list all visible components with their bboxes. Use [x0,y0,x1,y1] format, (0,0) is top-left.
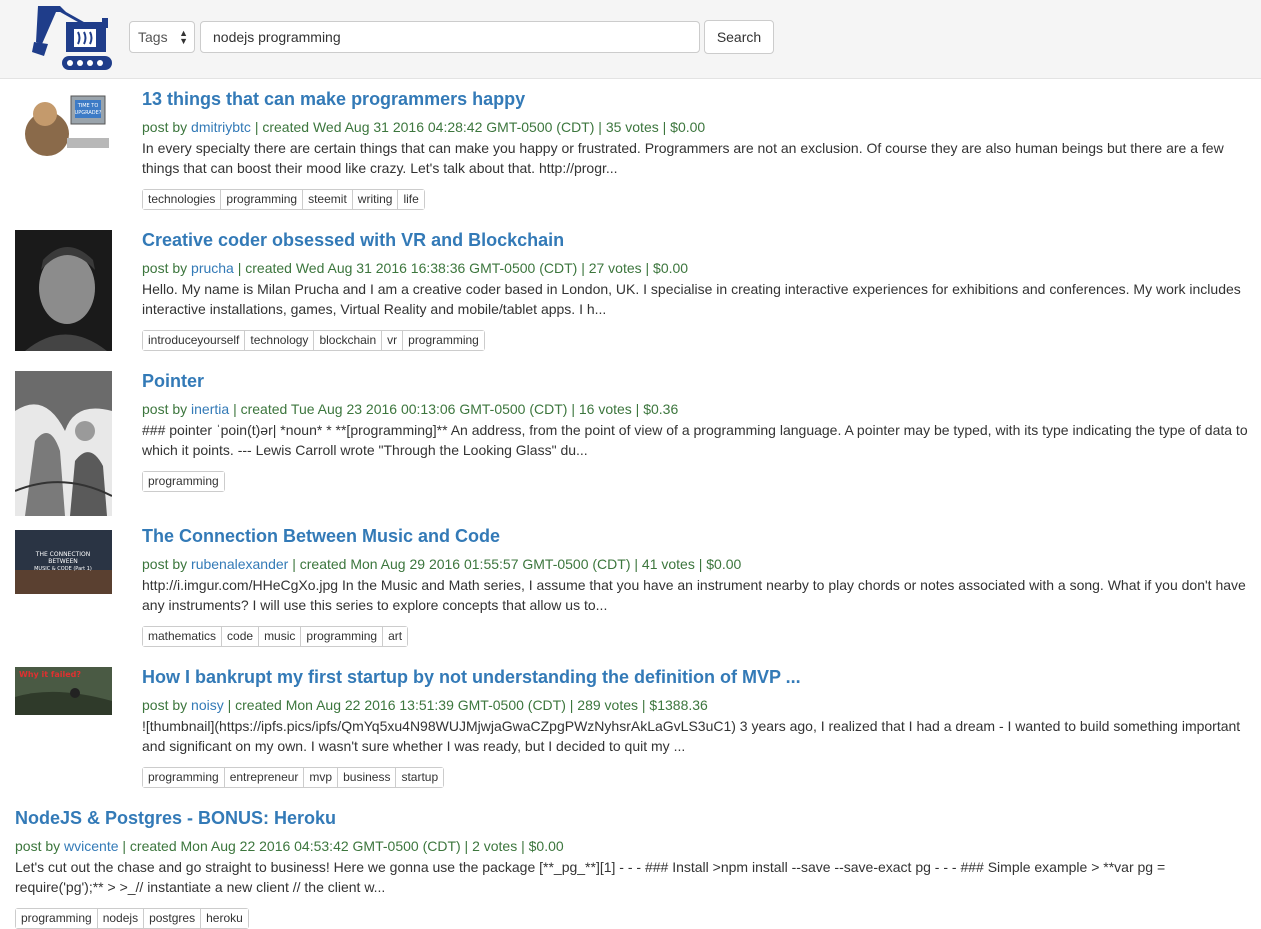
post-content: Pointer post by inertia | created Tue Au… [142,370,1254,492]
post-by-label: post by [142,401,188,417]
post-content: NodeJS & Postgres - BONUS: Heroku post b… [15,807,1255,929]
post-created-info: | created Tue Aug 23 2016 00:13:06 GMT-0… [233,401,679,417]
tag-list: programming entrepreneur mvp business st… [142,767,445,788]
post-created-info: | created Mon Aug 22 2016 13:51:39 GMT-0… [227,697,708,713]
tag-button[interactable]: technologies [143,190,221,209]
tag-button[interactable]: programming [402,331,484,350]
tag-button[interactable]: technology [244,331,314,350]
post-content: How I bankrupt my first startup by not u… [142,666,1254,788]
tag-button[interactable]: steemit [302,190,352,209]
tag-button[interactable]: programming [143,472,224,491]
tags-select[interactable]: Tags ▲ ▼ [129,21,195,53]
post-author-link[interactable]: noisy [191,697,224,713]
tag-list: mathematics code music programming art [142,626,409,647]
tag-list: programming [142,471,225,492]
tag-button[interactable]: entrepreneur [223,768,304,787]
tag-button[interactable]: vr [381,331,403,350]
tag-button[interactable]: code [221,627,259,646]
post-excerpt: http://i.imgur.com/HHeCgXo.jpg In the Mu… [142,577,1246,613]
tag-button[interactable]: mvp [303,768,338,787]
tag-button[interactable]: startup [395,768,444,787]
tag-button[interactable]: heroku [200,909,248,928]
post-meta: post by rubenalexander | created Mon Aug… [142,555,1254,573]
tag-button[interactable]: programming [300,627,383,646]
post-title-link[interactable]: Creative coder obsessed with VR and Bloc… [142,229,1254,251]
post-excerpt: Let's cut out the chase and go straight … [15,859,1166,895]
post-content: Creative coder obsessed with VR and Bloc… [142,229,1254,351]
svg-text:UPGRADE?: UPGRADE? [75,110,102,116]
post-title-link[interactable]: How I bankrupt my first startup by not u… [142,666,1254,688]
tag-button[interactable]: introduceyourself [143,331,245,350]
tag-list: introduceyourself technology blockchain … [142,330,485,351]
post-content: The Connection Between Music and Code po… [142,525,1254,647]
post-meta: post by prucha | created Wed Aug 31 2016… [142,259,1254,277]
tag-button[interactable]: nodejs [96,909,144,928]
post-by-label: post by [142,556,188,572]
post-thumbnail[interactable]: Why it failed? [15,667,112,715]
post-meta: post by wvicente | created Mon Aug 22 20… [15,837,1255,855]
post-thumbnail[interactable]: TIME TO UPGRADE? [15,90,112,160]
post-excerpt: ![thumbnail](https://ipfs.pics/ipfs/QmYq… [142,718,1241,754]
tag-button[interactable]: programming [16,909,97,928]
post-meta: post by noisy | created Mon Aug 22 2016 … [142,696,1254,714]
post-thumbnail[interactable]: THE CONNECTION BETWEEN MUSIC & CODE (Par… [15,530,112,594]
post-thumbnail[interactable] [15,230,112,351]
search-input[interactable] [200,21,700,53]
post-author-link[interactable]: rubenalexander [191,556,288,572]
tags-select-value: Tags [138,29,168,45]
post-author-link[interactable]: wvicente [64,838,118,854]
post-created-info: | created Wed Aug 31 2016 16:38:36 GMT-0… [237,260,689,276]
tag-button[interactable]: business [337,768,396,787]
tag-button[interactable]: postgres [143,909,201,928]
svg-text:Why it failed?: Why it failed? [19,670,81,679]
svg-text:MUSIC & CODE (Part 1): MUSIC & CODE (Part 1) [34,566,92,572]
tag-button[interactable]: mathematics [143,627,222,646]
search-button[interactable]: Search [704,20,774,54]
tag-button[interactable]: blockchain [313,331,382,350]
post-content: 13 things that can make programmers happ… [142,88,1254,210]
post-excerpt: ### pointer ˈpoin(t)ər| *noun* * **[prog… [142,422,1248,458]
tag-button[interactable]: writing [351,190,398,209]
tag-list: technologies programming steemit writing… [142,189,425,210]
svg-text:BETWEEN: BETWEEN [48,558,78,565]
post-author-link[interactable]: inertia [191,401,229,417]
post-created-info: | created Wed Aug 31 2016 04:28:42 GMT-0… [254,119,706,135]
post-author-link[interactable]: dmitriybtc [191,119,251,135]
svg-text:TIME TO: TIME TO [77,103,99,109]
select-arrows-icon: ▲ ▼ [179,28,188,46]
tag-button[interactable]: art [382,627,408,646]
tag-button[interactable]: programming [220,190,303,209]
post-by-label: post by [142,697,188,713]
post-title-link[interactable]: NodeJS & Postgres - BONUS: Heroku [15,807,1255,829]
post-title-link[interactable]: The Connection Between Music and Code [142,525,1254,547]
post-meta: post by dmitriybtc | created Wed Aug 31 … [142,118,1254,136]
tag-button[interactable]: programming [143,768,224,787]
post-author-link[interactable]: prucha [191,260,234,276]
post-by-label: post by [15,838,61,854]
tag-button[interactable]: life [397,190,424,209]
post-thumbnail[interactable] [15,371,112,516]
post-meta: post by inertia | created Tue Aug 23 201… [142,400,1254,418]
tag-list: programming nodejs postgres heroku [15,908,249,929]
post-excerpt: Hello. My name is Milan Prucha and I am … [142,281,1241,317]
post-excerpt: In every specialty there are certain thi… [142,140,1224,176]
post-by-label: post by [142,119,188,135]
post-created-info: | created Mon Aug 29 2016 01:55:57 GMT-0… [292,556,742,572]
svg-text:THE CONNECTION: THE CONNECTION [35,551,90,558]
header-bar: Tags ▲▼ Search [0,0,1261,79]
tag-button[interactable]: music [258,627,301,646]
post-created-info: | created Mon Aug 22 2016 04:53:42 GMT-0… [122,838,564,854]
post-title-link[interactable]: 13 things that can make programmers happ… [142,88,1254,110]
post-title-link[interactable]: Pointer [142,370,1254,392]
post-by-label: post by [142,260,188,276]
steem-excavator-logo-icon[interactable] [30,2,122,74]
